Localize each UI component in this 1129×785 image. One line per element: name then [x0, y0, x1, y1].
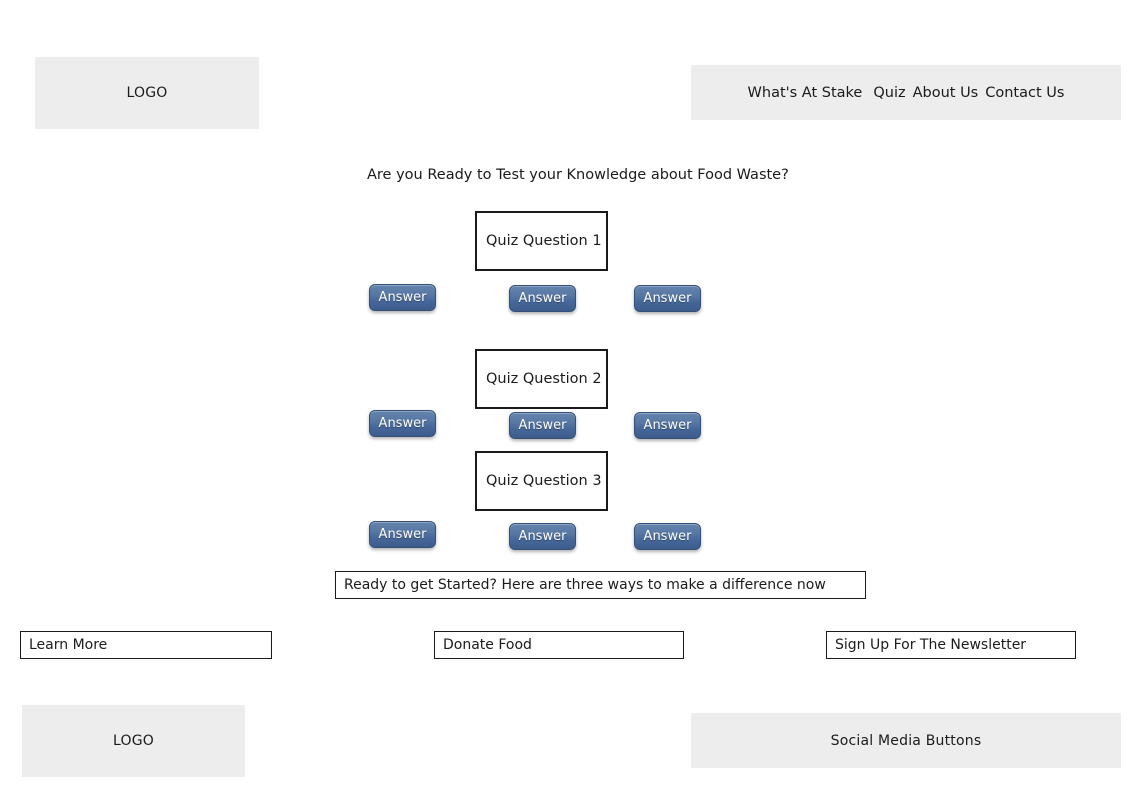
quiz-1-answer-button-1[interactable]: Answer [369, 284, 436, 311]
cta-box-learn-more-label: Learn More [29, 637, 108, 653]
nav-link-list: What's At Stake Quiz About Us Contact Us [748, 85, 1065, 101]
footer-social-block[interactable]: Social Media Buttons [691, 713, 1121, 768]
quiz-2-answer-button-1-label: Answer [378, 416, 427, 431]
quiz-question-3-box: Quiz Question 3 [475, 451, 608, 511]
quiz-3-answer-button-3-label: Answer [643, 529, 692, 544]
quiz-2-answer-button-1[interactable]: Answer [369, 410, 436, 437]
nav-item-contact-us[interactable]: Contact Us [985, 85, 1064, 101]
quiz-question-1-label: Quiz Question 1 [486, 233, 602, 249]
cta-box-learn-more[interactable]: Learn More [20, 631, 272, 659]
quiz-1-answer-button-1-label: Answer [378, 290, 427, 305]
quiz-2-answer-button-2-label: Answer [518, 418, 567, 433]
quiz-1-answer-button-2-label: Answer [518, 291, 567, 306]
footer-logo-label: LOGO [113, 733, 154, 749]
footer-social-label: Social Media Buttons [830, 732, 982, 749]
quiz-3-answer-button-1[interactable]: Answer [369, 521, 436, 548]
quiz-2-answer-button-3[interactable]: Answer [634, 412, 701, 439]
wireframe-canvas: LOGO What's At Stake Quiz About Us Conta… [0, 0, 1129, 785]
quiz-question-2-label: Quiz Question 2 [486, 371, 602, 387]
quiz-question-2-box: Quiz Question 2 [475, 349, 608, 409]
quiz-3-answer-button-3[interactable]: Answer [634, 523, 701, 550]
quiz-1-answer-button-3-label: Answer [643, 291, 692, 306]
quiz-3-answer-button-2[interactable]: Answer [509, 523, 576, 550]
quiz-3-answer-button-1-label: Answer [378, 527, 427, 542]
cta-banner-label: Ready to get Started? Here are three way… [344, 577, 826, 593]
quiz-2-answer-button-3-label: Answer [643, 418, 692, 433]
header-logo-block[interactable]: LOGO [35, 57, 259, 129]
cta-box-donate-food[interactable]: Donate Food [434, 631, 684, 659]
nav-item-quiz[interactable]: Quiz [873, 85, 905, 101]
cta-banner: Ready to get Started? Here are three way… [335, 571, 866, 599]
page-headline: Are you Ready to Test your Knowledge abo… [367, 167, 789, 183]
quiz-2-answer-button-2[interactable]: Answer [509, 412, 576, 439]
nav-item-about-us[interactable]: About Us [913, 85, 979, 101]
header-nav-bar: What's At Stake Quiz About Us Contact Us [691, 65, 1121, 120]
nav-item-whats-at-stake[interactable]: What's At Stake [748, 85, 863, 101]
quiz-question-3-label: Quiz Question 3 [486, 473, 602, 489]
cta-box-newsletter-signup[interactable]: Sign Up For The Newsletter [826, 631, 1076, 659]
footer-logo-block[interactable]: LOGO [22, 705, 245, 777]
quiz-1-answer-button-2[interactable]: Answer [509, 285, 576, 312]
header-logo-label: LOGO [126, 85, 168, 101]
quiz-1-answer-button-3[interactable]: Answer [634, 285, 701, 312]
cta-box-donate-food-label: Donate Food [443, 637, 532, 653]
cta-box-newsletter-signup-label: Sign Up For The Newsletter [835, 637, 1027, 653]
quiz-3-answer-button-2-label: Answer [518, 529, 567, 544]
quiz-question-1-box: Quiz Question 1 [475, 211, 608, 271]
